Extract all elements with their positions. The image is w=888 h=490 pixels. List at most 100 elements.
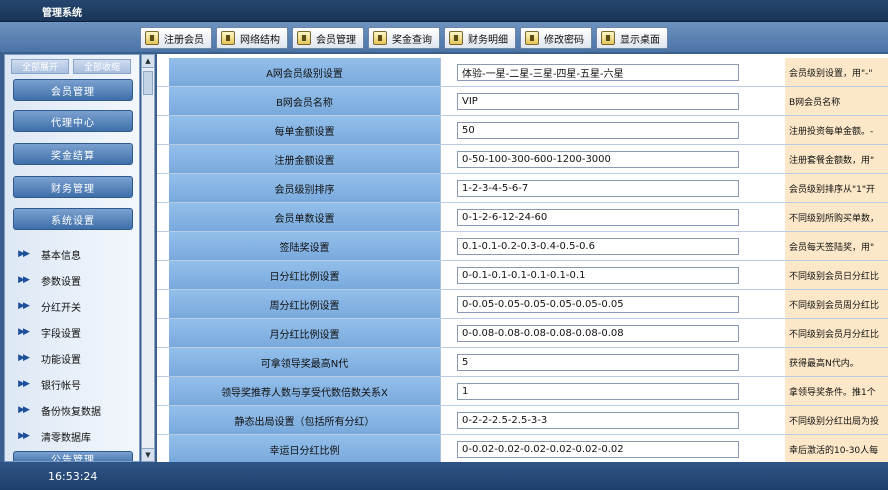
setting-label: 签陆奖设置	[169, 232, 441, 260]
table-row: 可拿领导奖最高N代 获得最高N代内。	[157, 348, 888, 377]
sidebar-menu-agent-center[interactable]: 代理中心	[13, 110, 133, 132]
change-password-label: 修改密码	[544, 34, 584, 46]
finance-detail-label: 财务明细	[468, 34, 508, 46]
double-arrow-icon: ▶▶	[18, 379, 30, 389]
title-bar: 管理系统	[0, 0, 888, 22]
sidebar-item-backup-restore[interactable]: ▶▶ 备份恢复数据	[5, 397, 139, 423]
password-icon	[525, 31, 539, 45]
setting-input[interactable]	[457, 412, 739, 429]
sidebar-item-field-settings[interactable]: ▶▶ 字段设置	[5, 319, 139, 345]
sidebar: 全部展开 全部收缩 会员管理 代理中心 奖金结算 财务管理 系统设置 ▶▶ 基本…	[4, 54, 140, 462]
sidebar-item-label: 字段设置	[41, 328, 81, 340]
sidebar-item-basic-info[interactable]: ▶▶ 基本信息	[5, 241, 139, 267]
bonus-icon	[373, 31, 387, 45]
setting-description: 注册投资每单金额。-	[785, 116, 888, 144]
table-row: 月分红比例设置 不同级别会员月分红比	[157, 319, 888, 348]
setting-description: 幸后激活的10-30人每	[785, 435, 888, 462]
finance-icon	[449, 31, 463, 45]
setting-input[interactable]	[457, 296, 739, 313]
sidebar-menu-system-settings[interactable]: 系统设置	[13, 208, 133, 230]
sidebar-item-label: 功能设置	[41, 354, 81, 366]
setting-label: 周分红比例设置	[169, 290, 441, 318]
setting-input[interactable]	[457, 64, 739, 81]
show-desktop-button[interactable]: 显示桌面	[596, 27, 668, 49]
setting-label: B网会员名称	[169, 87, 441, 115]
setting-description: 不同级别会员日分红比	[785, 261, 888, 289]
setting-label: A网会员级别设置	[169, 58, 441, 86]
setting-description: 会员级别设置，用"-"	[785, 58, 888, 86]
finance-detail-button[interactable]: 财务明细	[444, 27, 516, 49]
setting-label: 日分红比例设置	[169, 261, 441, 289]
table-row: 会员级别排序 会员级别排序从"1"开	[157, 174, 888, 203]
setting-input[interactable]	[457, 151, 739, 168]
sidebar-item-bank-account[interactable]: ▶▶ 银行帐号	[5, 371, 139, 397]
setting-description: 会员级别排序从"1"开	[785, 174, 888, 202]
double-arrow-icon: ▶▶	[18, 301, 30, 311]
setting-input[interactable]	[457, 441, 739, 458]
expand-all-button[interactable]: 全部展开	[11, 59, 69, 74]
change-password-button[interactable]: 修改密码	[520, 27, 592, 49]
bonus-query-label: 奖金查询	[392, 34, 432, 46]
setting-input[interactable]	[457, 354, 739, 371]
scroll-down-icon[interactable]: ▼	[142, 448, 154, 461]
sidebar-item-function-settings[interactable]: ▶▶ 功能设置	[5, 345, 139, 371]
sidebar-item-dividend-switch[interactable]: ▶▶ 分红开关	[5, 293, 139, 319]
double-arrow-icon: ▶▶	[18, 353, 30, 363]
setting-description: 不同级别会员月分红比	[785, 319, 888, 347]
register-member-button[interactable]: 注册会员	[140, 27, 212, 49]
table-row: 注册金额设置 注册套餐金额数，用"	[157, 145, 888, 174]
setting-description: 会员每天签陆奖，用"	[785, 232, 888, 260]
double-arrow-icon: ▶▶	[18, 275, 30, 285]
table-row: A网会员级别设置 会员级别设置，用"-"	[157, 58, 888, 87]
sidebar-menu-announcements[interactable]: 公告管理	[13, 451, 133, 461]
setting-label: 幸运日分红比例	[169, 435, 441, 462]
table-row: 每单金额设置 注册投资每单金额。-	[157, 116, 888, 145]
setting-description: 拿领导奖条件。推1个	[785, 377, 888, 405]
setting-input[interactable]	[457, 93, 739, 110]
table-row: 领导奖推荐人数与享受代数倍数关系X 拿领导奖条件。推1个	[157, 377, 888, 406]
sidebar-item-label: 参数设置	[41, 276, 81, 288]
sidebar-menu-member-management[interactable]: 会员管理	[13, 79, 133, 101]
scroll-up-icon[interactable]: ▲	[142, 55, 154, 68]
setting-input[interactable]	[457, 267, 739, 284]
collapse-all-button[interactable]: 全部收缩	[73, 59, 131, 74]
setting-label: 会员单数设置	[169, 203, 441, 231]
toolbar: 注册会员 网络结构 会员管理 奖金查询 财务明细 修改密码 显示桌面	[140, 27, 668, 51]
sidebar-item-label: 银行帐号	[41, 380, 81, 392]
table-row: 签陆奖设置 会员每天签陆奖，用"	[157, 232, 888, 261]
setting-input[interactable]	[457, 238, 739, 255]
sidebar-toggle-group: 全部展开 全部收缩	[11, 59, 131, 74]
table-row: B网会员名称 B网会员名称	[157, 87, 888, 116]
setting-input[interactable]	[457, 325, 739, 342]
show-desktop-label: 显示桌面	[620, 34, 660, 46]
setting-label: 月分红比例设置	[169, 319, 441, 347]
desktop-icon	[601, 31, 615, 45]
setting-label: 领导奖推荐人数与享受代数倍数关系X	[169, 377, 441, 405]
setting-label: 每单金额设置	[169, 116, 441, 144]
setting-description: 注册套餐金额数，用"	[785, 145, 888, 173]
settings-table: A网会员级别设置 会员级别设置，用"-" B网会员名称 B网会员名称 每单金额设…	[157, 54, 888, 462]
table-row: 幸运日分红比例 幸后激活的10-30人每	[157, 435, 888, 462]
setting-label: 会员级别排序	[169, 174, 441, 202]
sidebar-scrollbar[interactable]: ▲ ▼	[141, 54, 155, 462]
network-icon	[221, 31, 235, 45]
sidebar-item-clear-database[interactable]: ▶▶ 清零数据库	[5, 423, 139, 449]
setting-input[interactable]	[457, 383, 739, 400]
setting-description: B网会员名称	[785, 87, 888, 115]
double-arrow-icon: ▶▶	[18, 249, 30, 259]
setting-description: 不同级别分红出局为投	[785, 406, 888, 434]
bonus-query-button[interactable]: 奖金查询	[368, 27, 440, 49]
setting-input[interactable]	[457, 122, 739, 139]
network-structure-button[interactable]: 网络结构	[216, 27, 288, 49]
sidebar-item-parameter-settings[interactable]: ▶▶ 参数设置	[5, 267, 139, 293]
member-management-button[interactable]: 会员管理	[292, 27, 364, 49]
sidebar-menu-bonus-settlement[interactable]: 奖金结算	[13, 143, 133, 165]
register-member-label: 注册会员	[164, 34, 204, 46]
scrollbar-thumb[interactable]	[143, 71, 153, 95]
network-structure-label: 网络结构	[240, 34, 280, 46]
sidebar-menu-finance-management[interactable]: 财务管理	[13, 176, 133, 198]
setting-input[interactable]	[457, 209, 739, 226]
setting-input[interactable]	[457, 180, 739, 197]
table-row: 静态出局设置（包括所有分红） 不同级别分红出局为投	[157, 406, 888, 435]
double-arrow-icon: ▶▶	[18, 405, 30, 415]
